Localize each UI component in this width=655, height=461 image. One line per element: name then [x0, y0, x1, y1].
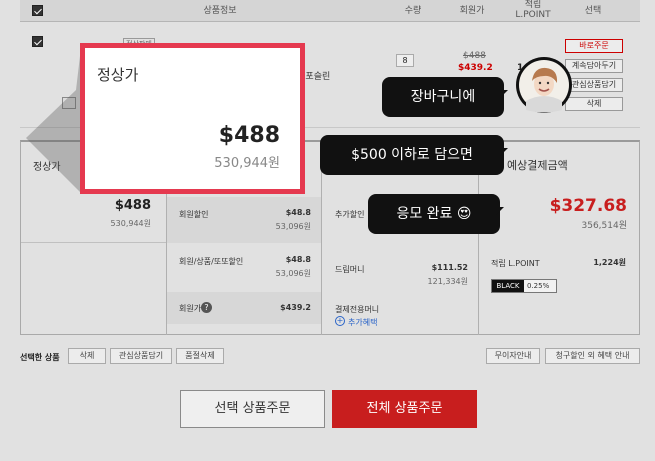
- popup-price-krw: 530,944원: [214, 156, 280, 171]
- avatar-portrait-icon: [519, 60, 569, 113]
- chat-bubble-3: 응모 완료 😍: [368, 194, 500, 234]
- popup-title: 정상가: [97, 66, 139, 84]
- chat-bubble-1: 장바구니에: [382, 77, 504, 117]
- chat-bubble-2: $500 이하로 담으면: [320, 135, 504, 175]
- regular-price-popup: 정상가 $488 530,944원: [80, 43, 305, 194]
- popup-price: $488: [218, 123, 280, 148]
- avatar: [516, 57, 572, 113]
- heart-eyes-emoji-icon: 😍: [456, 206, 472, 222]
- chat-bubble-tail: [500, 90, 508, 98]
- chat-bubble-3-text: 응모 완료: [396, 206, 453, 222]
- chat-bubble-tail: [500, 148, 508, 156]
- chat-bubble-tail: [496, 207, 504, 215]
